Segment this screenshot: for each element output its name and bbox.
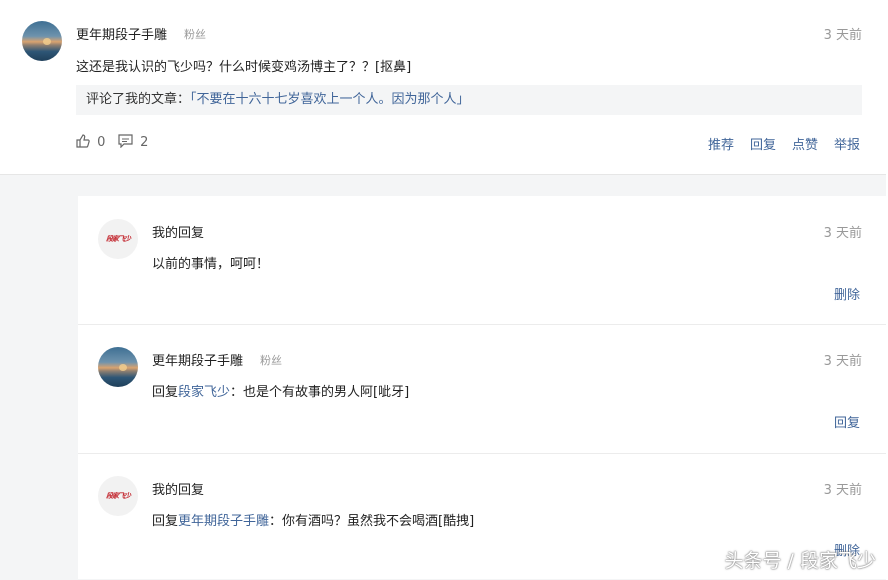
reply-body: ：你有酒吗？虽然我不会喝酒[酷拽] <box>269 514 475 529</box>
reply-avatar[interactable] <box>98 347 138 387</box>
fan-badge: 粉丝 <box>184 28 206 41</box>
comment-avatar[interactable] <box>22 21 62 61</box>
quote-label: 评论了我的文章： <box>86 92 191 107</box>
reply-time: 3 天前 <box>823 354 862 369</box>
reply-count[interactable]: 2 <box>118 134 148 150</box>
reply-body: ：也是个有故事的男人阿[呲牙] <box>230 385 410 400</box>
like-count-value: 0 <box>97 135 106 150</box>
reply-text: 回复更年期段子手雕：你有酒吗？虽然我不会喝酒[酷拽] <box>152 510 474 529</box>
like-button[interactable]: 点赞 <box>792 134 818 153</box>
avatar-sun-shape <box>42 37 51 45</box>
reply-author[interactable]: 更年期段子手雕 <box>152 350 243 369</box>
author-logo-avatar[interactable]: 段家飞少 <box>98 476 138 516</box>
author-logo-avatar[interactable]: 段家飞少 <box>98 219 138 259</box>
like-count[interactable]: 0 <box>76 134 105 150</box>
comment-author[interactable]: 更年期段子手雕 <box>76 24 167 43</box>
comment-text: 这还是我认识的飞少吗？什么时候变鸡汤博主了？？[抠鼻] <box>76 60 412 75</box>
divider <box>78 324 886 325</box>
reply-prefix: 回复 <box>152 385 179 400</box>
reply-count-value: 2 <box>140 135 149 150</box>
reply-time: 3 天前 <box>823 483 862 498</box>
report-button[interactable]: 举报 <box>834 134 860 153</box>
fan-badge: 粉丝 <box>260 354 282 367</box>
reply-time: 3 天前 <box>823 226 862 241</box>
mention-link[interactable]: 更年期段子手雕 <box>178 514 269 529</box>
article-quote: 评论了我的文章：「不要在十六十七岁喜欢上一个人。因为那个人」 <box>76 85 862 115</box>
reply-button[interactable]: 回复 <box>750 134 776 153</box>
recommend-button[interactable]: 推荐 <box>708 134 734 153</box>
comment-time: 3 天前 <box>823 28 862 43</box>
thumbs-up-icon <box>76 134 90 148</box>
reply-text: 回复段家飞少：也是个有故事的男人阿[呲牙] <box>152 381 409 400</box>
reply-button[interactable]: 回复 <box>834 412 860 431</box>
reply-prefix: 回复 <box>152 514 179 529</box>
article-link[interactable]: 「不要在十六十七岁喜欢上一个人。因为那个人」 <box>190 92 470 107</box>
reply-author[interactable]: 我的回复 <box>152 479 204 498</box>
watermark: 头条号 / 段家飞少 <box>724 550 876 572</box>
reply-author[interactable]: 我的回复 <box>152 222 204 241</box>
avatar-sun-shape <box>118 363 127 371</box>
reply-text: 以前的事情，呵呵！ <box>152 257 270 272</box>
comment-bubble-icon <box>118 134 133 149</box>
mention-link[interactable]: 段家飞少 <box>178 385 230 400</box>
delete-button[interactable]: 删除 <box>834 284 860 303</box>
divider <box>78 453 886 454</box>
